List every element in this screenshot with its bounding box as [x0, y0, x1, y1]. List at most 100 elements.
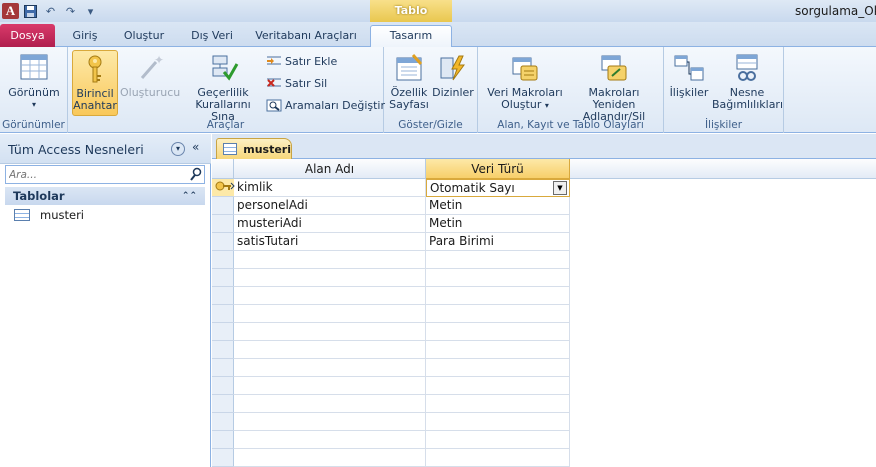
- object-dependencies-icon: [731, 52, 763, 84]
- search-icon[interactable]: [189, 167, 202, 184]
- table-icon: [14, 209, 30, 221]
- navigation-pane: Tüm Access Nesneleri ▾ « Tablolar ⌃⌃ mus…: [0, 134, 211, 467]
- document-tab-label: musteri: [243, 142, 291, 156]
- aramalari-degistir-label: Aramaları Değiştir: [285, 98, 386, 112]
- validation-check-icon: [207, 52, 239, 84]
- row-selector[interactable]: [212, 449, 234, 467]
- data-type-cell[interactable]: [426, 287, 570, 305]
- veri-makrolari-olustur-button[interactable]: Veri Makroları Oluştur ▾: [482, 50, 568, 112]
- row-selector[interactable]: [212, 395, 234, 413]
- field-name-cell[interactable]: [234, 431, 426, 449]
- field-name-cell[interactable]: [234, 377, 426, 395]
- corner-header[interactable]: [212, 159, 234, 179]
- nesne-bagimliliklari-button[interactable]: Nesne Bağımlılıkları: [712, 50, 783, 111]
- title-bar: A ↶ ↷ ▾ Tablo Araçları sorgulama_Oka: [0, 0, 876, 39]
- field-name-cell[interactable]: satisTutari: [234, 233, 426, 251]
- data-type-cell[interactable]: [426, 341, 570, 359]
- ozellik-sayfasi-button[interactable]: Özellik Sayfası: [388, 50, 430, 111]
- undo-icon[interactable]: ↶: [42, 3, 59, 19]
- tab-dosya[interactable]: Dosya: [0, 24, 55, 47]
- data-type-cell[interactable]: [426, 431, 570, 449]
- document-tab-musteri[interactable]: musteri: [216, 138, 292, 159]
- row-selector[interactable]: [212, 431, 234, 449]
- row-selector[interactable]: [212, 251, 234, 269]
- tab-tasarim[interactable]: Tasarım: [370, 25, 452, 47]
- row-selector[interactable]: [212, 179, 235, 197]
- data-type-cell[interactable]: [426, 323, 570, 341]
- veri-makrolari-label-2: Oluştur: [501, 98, 542, 111]
- shutter-bar-close-icon[interactable]: «: [192, 140, 199, 154]
- collapse-group-icon[interactable]: ⌃⌃: [182, 187, 197, 205]
- data-type-cell[interactable]: Metin: [426, 197, 570, 215]
- dizinler-button[interactable]: Dizinler: [432, 50, 474, 99]
- row-selector[interactable]: [212, 269, 234, 287]
- row-selector[interactable]: [212, 215, 234, 233]
- field-name-cell[interactable]: musteriAdi: [234, 215, 426, 233]
- yeniden-adlandir-label-1: Makroları Yeniden: [588, 86, 640, 111]
- birincil-anahtar-button[interactable]: Birincil Anahtar: [72, 50, 118, 116]
- satir-ekle-label: Satır Ekle: [285, 54, 338, 68]
- dropdown-arrow-icon[interactable]: ▼: [553, 181, 567, 195]
- satir-sil-button[interactable]: Satır Sil: [266, 76, 327, 90]
- field-name-cell[interactable]: personelAdi: [234, 197, 426, 215]
- save-icon[interactable]: [22, 3, 39, 19]
- tab-veritabani-araclari[interactable]: Veritabanı Araçları: [252, 26, 360, 47]
- field-name-cell[interactable]: kimlik: [234, 179, 426, 197]
- nav-item-musteri[interactable]: musteri: [14, 208, 84, 222]
- data-type-cell[interactable]: [426, 449, 570, 467]
- access-logo-icon[interactable]: A: [2, 3, 19, 19]
- row-selector[interactable]: [212, 323, 234, 341]
- iliskiler-button[interactable]: İlişkiler: [668, 50, 710, 99]
- field-name-cell[interactable]: [234, 251, 426, 269]
- field-name-cell[interactable]: [234, 449, 426, 467]
- row-selector[interactable]: [212, 377, 234, 395]
- field-name-cell[interactable]: [234, 359, 426, 377]
- field-name-cell[interactable]: [234, 323, 426, 341]
- data-type-cell[interactable]: Metin: [426, 215, 570, 233]
- nav-group-tablolar[interactable]: Tablolar ⌃⌃: [5, 187, 205, 205]
- data-type-cell[interactable]: Para Birimi: [426, 233, 570, 251]
- chevron-down-icon: ▾: [544, 101, 549, 110]
- aramalari-degistir-button[interactable]: Aramaları Değiştir: [266, 98, 385, 112]
- row-selector[interactable]: [212, 287, 234, 305]
- gorunum-button[interactable]: Görünüm ▾: [4, 50, 64, 111]
- field-name-cell[interactable]: [234, 305, 426, 323]
- nav-title[interactable]: Tüm Access Nesneleri: [8, 142, 144, 157]
- data-type-cell[interactable]: [426, 251, 570, 269]
- tab-olustur[interactable]: Oluştur: [116, 26, 172, 47]
- row-selector[interactable]: [212, 197, 234, 215]
- row-selector[interactable]: [212, 413, 234, 431]
- data-type-cell[interactable]: [426, 413, 570, 431]
- data-type-cell[interactable]: [426, 269, 570, 287]
- field-name-cell[interactable]: [234, 341, 426, 359]
- group-label: Görünümler: [2, 119, 65, 131]
- field-name-cell[interactable]: [234, 395, 426, 413]
- makrolari-yeniden-adlandir-button[interactable]: Makroları Yeniden Adlandır/Sil: [566, 50, 662, 123]
- row-selector[interactable]: [212, 305, 234, 323]
- nav-search-box[interactable]: [5, 165, 205, 184]
- row-selector[interactable]: [212, 341, 234, 359]
- customize-qat-icon[interactable]: ▾: [82, 3, 99, 19]
- field-name-cell[interactable]: [234, 269, 426, 287]
- column-header-alan-adi[interactable]: Alan Adı: [234, 159, 426, 179]
- satir-ekle-button[interactable]: Satır Ekle: [266, 54, 337, 68]
- field-name-cell[interactable]: [234, 413, 426, 431]
- row-selector[interactable]: [212, 359, 234, 377]
- tab-giris[interactable]: Giriş: [64, 26, 106, 47]
- data-type-cell[interactable]: [426, 305, 570, 323]
- column-header-veri-turu[interactable]: Veri Türü: [426, 159, 570, 179]
- nav-menu-chevron-icon[interactable]: ▾: [171, 142, 185, 156]
- olusturucu-button[interactable]: ✦ Oluşturucu: [120, 50, 180, 99]
- data-type-cell[interactable]: [426, 377, 570, 395]
- birincil-label-2: Anahtar: [73, 99, 117, 112]
- redo-icon[interactable]: ↷: [62, 3, 79, 19]
- field-name-cell[interactable]: [234, 287, 426, 305]
- data-type-select[interactable]: Otomatik Sayı ▼: [426, 179, 570, 197]
- nav-header[interactable]: Tüm Access Nesneleri ▾ «: [0, 134, 211, 164]
- row-selector[interactable]: [212, 233, 234, 251]
- gecerlilik-kurallarini-sina-button[interactable]: Geçerlilik Kurallarını Sına: [182, 50, 264, 123]
- tab-dis-veri[interactable]: Dış Veri: [184, 26, 240, 47]
- search-input[interactable]: [6, 166, 186, 183]
- data-type-cell[interactable]: [426, 395, 570, 413]
- data-type-cell[interactable]: [426, 359, 570, 377]
